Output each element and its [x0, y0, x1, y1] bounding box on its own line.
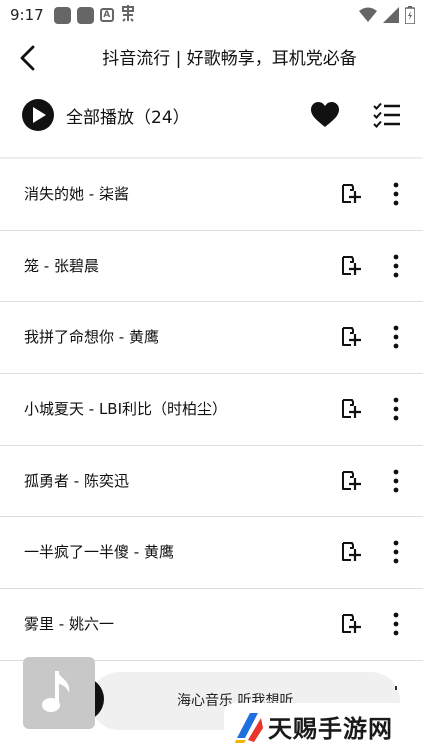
more-vertical-icon — [393, 541, 399, 564]
watermark: 天赐手游网 — [224, 703, 423, 752]
song-title: 孤勇者 - 陈奕迅 — [24, 471, 129, 490]
add-to-playlist-icon — [342, 184, 361, 203]
album-cover[interactable] — [23, 657, 95, 729]
a-badge-icon: A — [99, 8, 114, 22]
song-title: 消失的她 - 柒酱 — [24, 185, 129, 203]
status-left-icons: A — [53, 4, 136, 26]
add-to-playlist-button[interactable] — [340, 540, 364, 564]
more-options-button[interactable] — [386, 468, 406, 494]
player-control-edge[interactable] — [395, 686, 397, 690]
song-row[interactable]: 一半疯了一半傻 - 黄鹰 — [0, 517, 423, 590]
app-square-icon — [53, 6, 71, 24]
more-options-button[interactable] — [386, 253, 406, 279]
back-arrow-icon — [20, 45, 35, 71]
song-row[interactable]: 笼 - 张碧晨 — [0, 231, 423, 303]
song-title: 笼 - 张碧晨 — [24, 256, 99, 275]
song-row[interactable]: 雾里 - 姚六一 — [0, 589, 423, 661]
watermark-logo-icon — [235, 713, 263, 743]
more-options-button[interactable] — [386, 396, 406, 422]
watermark-text: 天赐手游网 — [268, 715, 393, 743]
song-row[interactable]: 我拼了命想你 - 黄鹰 — [0, 302, 423, 375]
signal-icon — [383, 7, 399, 27]
more-vertical-icon — [393, 397, 399, 421]
add-to-playlist-icon — [342, 327, 361, 347]
add-to-playlist-icon — [342, 399, 361, 419]
checklist-icon — [373, 102, 400, 128]
wifi-icon — [359, 7, 377, 27]
add-to-playlist-button[interactable] — [340, 254, 364, 278]
playlist-controls: 全部播放（24） — [0, 90, 423, 140]
status-right-icons — [359, 6, 416, 28]
app-square-icon — [76, 6, 94, 24]
more-options-button[interactable] — [386, 181, 406, 207]
more-options-button[interactable] — [386, 324, 406, 350]
song-row[interactable]: 消失的她 - 柒酱 — [0, 159, 423, 231]
heart-icon — [311, 102, 339, 127]
add-to-playlist-button[interactable] — [340, 182, 364, 206]
header: 抖音流行 | 好歌畅享，耳机党必备 — [0, 30, 423, 84]
back-button[interactable] — [16, 42, 44, 74]
song-title: 一半疯了一半傻 - 黄鹰 — [24, 543, 174, 562]
more-vertical-icon — [393, 254, 399, 278]
more-options-button[interactable] — [386, 539, 406, 565]
song-row[interactable]: 小城夏天 - LBI利比（时柏尘） — [0, 374, 423, 446]
add-to-playlist-icon — [342, 614, 361, 634]
song-title: 我拼了命想你 - 黄鹰 — [24, 328, 159, 347]
add-to-playlist-icon — [342, 470, 361, 490]
more-vertical-icon — [393, 612, 399, 636]
notification-icon — [120, 4, 136, 26]
play-all-button[interactable] — [22, 99, 54, 131]
song-title: 雾里 - 姚六一 — [24, 615, 114, 634]
add-to-playlist-button[interactable] — [340, 325, 364, 349]
status-bar: 9:17 A — [0, 0, 423, 30]
favorite-button[interactable] — [310, 101, 340, 129]
more-vertical-icon — [393, 325, 399, 349]
play-icon — [33, 107, 46, 123]
manage-list-button[interactable] — [373, 102, 401, 128]
battery-charging-icon — [404, 6, 416, 28]
more-options-button[interactable] — [386, 611, 406, 637]
add-to-playlist-button[interactable] — [340, 397, 364, 421]
more-vertical-icon — [393, 469, 399, 493]
more-vertical-icon — [393, 182, 399, 206]
song-title: 小城夏天 - LBI利比（时柏尘） — [24, 400, 228, 419]
status-time: 9:17 — [10, 6, 44, 24]
add-to-playlist-button[interactable] — [340, 612, 364, 636]
song-row[interactable]: 孤勇者 - 陈奕迅 — [0, 446, 423, 518]
page-title: 抖音流行 | 好歌畅享，耳机党必备 — [102, 49, 357, 69]
play-all-label[interactable]: 全部播放（24） — [66, 103, 190, 128]
music-note-icon — [42, 671, 70, 712]
add-to-playlist-icon — [342, 542, 361, 562]
add-to-playlist-icon — [342, 255, 361, 275]
add-to-playlist-button[interactable] — [340, 469, 364, 493]
song-list: 消失的她 - 柒酱 笼 - 张碧晨 我拼了命想你 - 黄鹰 小城夏天 - LBI… — [0, 159, 423, 661]
